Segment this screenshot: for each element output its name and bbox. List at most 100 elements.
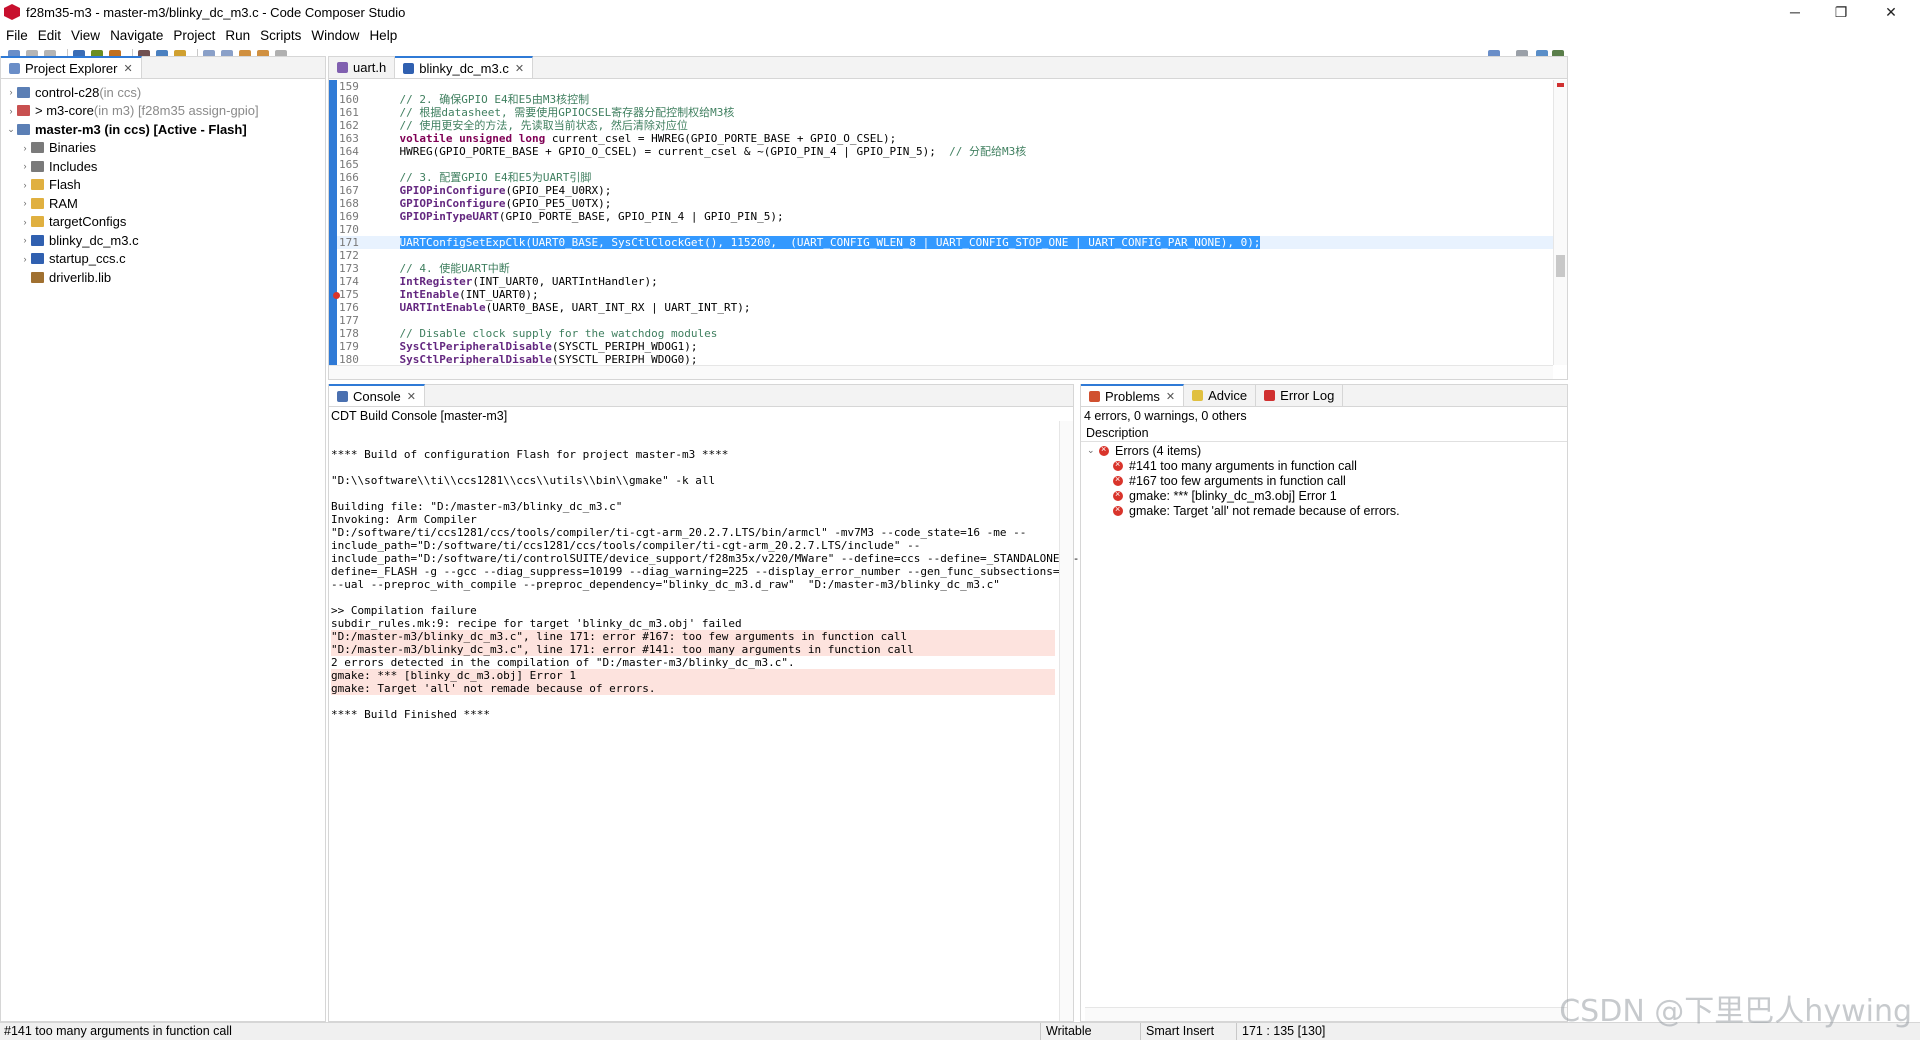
folder-icon (31, 197, 44, 209)
menu-scripts[interactable]: Scripts (260, 28, 301, 43)
tab-console-label: Console (353, 388, 401, 404)
code-line[interactable]: 170 (337, 223, 1553, 236)
tree-item-label: RAM (49, 195, 78, 211)
code-line[interactable]: 176 UARTIntEnable(UART0_BASE, UART_INT_R… (337, 301, 1553, 314)
chevron-right-icon[interactable]: › (19, 254, 31, 264)
tab-error-log[interactable]: Error Log (1256, 384, 1344, 406)
problems-scrollbar[interactable] (1085, 1007, 1567, 1021)
menu-run[interactable]: Run (225, 28, 250, 43)
tree-item[interactable]: › blinky_dc_m3.c (5, 231, 321, 250)
chevron-right-icon[interactable]: › (19, 198, 31, 208)
code-line[interactable]: 160 // 2. 确保GPIO E4和E5由M3核控制 (337, 93, 1553, 106)
close-icon[interactable]: ✕ (123, 62, 132, 75)
close-icon[interactable]: ✕ (1166, 390, 1175, 403)
tab-error-log-label: Error Log (1280, 387, 1335, 403)
code-line[interactable]: 169 GPIOPinTypeUART(GPIO_PORTE_BASE, GPI… (337, 210, 1553, 223)
tree-item-decoration: (in m3) [f28m35 assign-gpio] (93, 103, 259, 119)
code-line[interactable]: 171 UARTConfigSetExpClk(UART0_BASE, SysC… (337, 236, 1553, 249)
close-icon[interactable]: ✕ (515, 62, 524, 75)
code-line[interactable]: 165 (337, 158, 1553, 171)
status-insert-mode[interactable]: Smart Insert (1146, 1024, 1214, 1038)
tree-item[interactable]: › Flash (5, 176, 321, 195)
code-line[interactable]: 167 GPIOPinConfigure(GPIO_PE4_U0RX); (337, 184, 1553, 197)
code-line[interactable]: 162 // 使用更安全的方法, 先读取当前状态, 然后清除对应位 (337, 119, 1553, 132)
code-line[interactable]: 161 // 根据datasheet, 需要使用GPIOCSEL寄存器分配控制权… (337, 106, 1553, 119)
problem-item[interactable]: #167 too few arguments in function call (1087, 473, 1563, 488)
console-error-line: "D:/master-m3/blinky_dc_m3.c", line 171:… (331, 630, 1055, 643)
tree-item[interactable]: › Includes (5, 157, 321, 176)
chevron-down-icon[interactable]: ⌄ (5, 124, 17, 135)
tab-uart-h[interactable]: uart.h (329, 56, 396, 78)
code-line[interactable]: 174 IntRegister(INT_UART0, UARTIntHandle… (337, 275, 1553, 288)
tree-item[interactable]: › Binaries (5, 139, 321, 158)
problem-item[interactable]: gmake: *** [blinky_dc_m3.obj] Error 1 (1087, 488, 1563, 503)
code-line[interactable]: 172 (337, 249, 1553, 262)
status-separator (1040, 1023, 1041, 1040)
column-header-description[interactable]: Description (1081, 425, 1567, 442)
code-line[interactable]: 173 // 4. 使能UART中断 (337, 262, 1553, 275)
menu-view[interactable]: View (71, 28, 100, 43)
chevron-right-icon[interactable]: › (19, 217, 31, 227)
tab-blinky-dc-m3-c[interactable]: blinky_dc_m3.c ✕ (395, 56, 534, 78)
c-file-icon (403, 62, 415, 74)
close-icon[interactable]: ✕ (407, 390, 416, 403)
console-line: >> Compilation failure (331, 604, 477, 617)
tree-item[interactable]: › targetConfigs (5, 213, 321, 232)
scroll-thumb[interactable] (1556, 255, 1565, 277)
code-line[interactable]: 168 GPIOPinConfigure(GPIO_PE5_U0TX); (337, 197, 1553, 210)
menu-file[interactable]: File (6, 28, 28, 43)
maximize-button[interactable]: ❐ (1818, 0, 1864, 24)
tab-project-explorer[interactable]: Project Explorer ✕ (1, 56, 142, 78)
code-line[interactable]: 178 // Disable clock supply for the watc… (337, 327, 1553, 340)
tab-blinky-dc-m3-c-label: blinky_dc_m3.c (419, 60, 509, 76)
code-line[interactable]: 175 IntEnable(INT_UART0); (337, 288, 1553, 301)
tab-problems[interactable]: Problems ✕ (1081, 384, 1185, 406)
chevron-right-icon[interactable]: › (5, 106, 17, 116)
tree-item[interactable]: › RAM (5, 194, 321, 213)
menu-edit[interactable]: Edit (38, 28, 61, 43)
editor-horizontal-scrollbar[interactable] (329, 365, 1553, 379)
folder-icon (17, 86, 30, 98)
code-line[interactable]: 159 (337, 80, 1553, 93)
error-marker-icon[interactable] (1557, 83, 1564, 87)
chevron-right-icon[interactable]: › (19, 235, 31, 245)
tree-item[interactable]: driverlib.lib (5, 268, 321, 287)
code-line[interactable]: 177 (337, 314, 1553, 327)
close-button[interactable]: ✕ (1868, 0, 1914, 24)
chevron-right-icon[interactable]: › (19, 180, 31, 190)
tree-item[interactable]: › control-c28 (in ccs) (5, 83, 321, 102)
minimize-button[interactable]: ─ (1772, 0, 1818, 24)
console-scrollbar[interactable] (1059, 421, 1073, 1021)
menu-navigate[interactable]: Navigate (110, 28, 163, 43)
tree-item[interactable]: ⌄ master-m3 (in ccs) [Active - Flash] (5, 120, 321, 139)
code-line[interactable]: 180 SysCtlPeripheralDisable(SYSCTL_PERIP… (337, 353, 1553, 365)
line-number: 178 (339, 327, 359, 340)
code-line[interactable]: 163 volatile unsigned long current_csel … (337, 132, 1553, 145)
code-area[interactable]: 159 160 // 2. 确保GPIO E4和E5由M3核控制 161 // 根据… (337, 80, 1553, 365)
menu-project[interactable]: Project (173, 28, 215, 43)
error-icon (1113, 474, 1123, 486)
code-line[interactable]: 166 // 3. 配置GPIO E4和E5为UART引脚 (337, 171, 1553, 184)
code-line[interactable]: 179 SysCtlPeripheralDisable(SYSCTL_PERIP… (337, 340, 1553, 353)
tab-console[interactable]: Console ✕ (329, 384, 425, 406)
chevron-right-icon[interactable]: › (5, 87, 17, 97)
problem-item[interactable]: gmake: Target 'all' not remade because o… (1087, 503, 1563, 518)
code-line[interactable]: 164 HWREG(GPIO_PORTE_BASE + GPIO_O_CSEL)… (337, 145, 1553, 158)
tree-item[interactable]: › startup_ccs.c (5, 250, 321, 269)
problem-item[interactable]: #141 too many arguments in function call (1087, 458, 1563, 473)
tree-item[interactable]: › > m3-core (in m3) [f28m35 assign-gpio] (5, 102, 321, 121)
problems-icon (1089, 390, 1100, 402)
chevron-right-icon[interactable]: › (19, 143, 31, 153)
error-gutter-icon[interactable] (333, 292, 340, 299)
line-text: UARTIntEnable(UART0_BASE, UART_INT_RX | … (399, 301, 751, 314)
chevron-right-icon[interactable]: › (19, 161, 31, 171)
chevron-down-icon[interactable]: ⌄ (1087, 445, 1099, 456)
console-output[interactable]: **** Build of configuration Flash for pr… (331, 435, 1146, 721)
menu-help[interactable]: Help (369, 28, 397, 43)
tab-advice[interactable]: Advice (1184, 384, 1257, 406)
menu-window[interactable]: Window (311, 28, 359, 43)
editor-vertical-scrollbar[interactable] (1553, 80, 1567, 365)
problems-group-errors[interactable]: ⌄ Errors (4 items) (1087, 443, 1563, 458)
